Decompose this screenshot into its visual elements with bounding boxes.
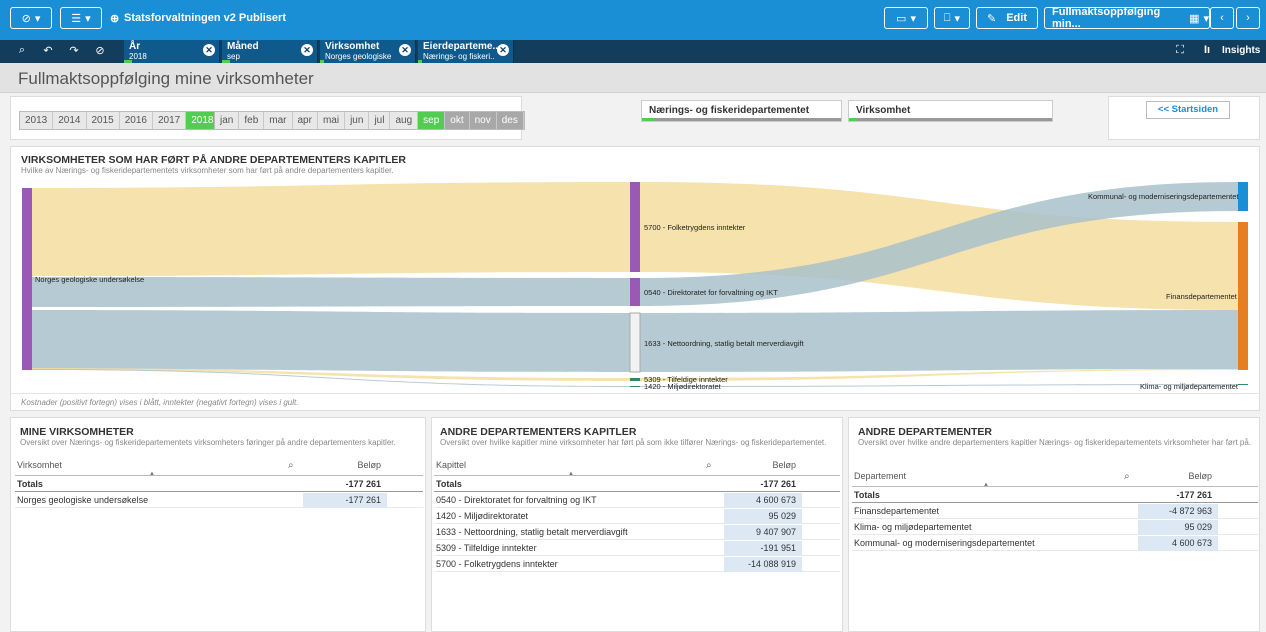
column-header[interactable]: Kapittel — [436, 458, 466, 473]
row-value: 95 029 — [1138, 520, 1218, 535]
table-row[interactable]: Klima- og miljødepartementet 95 029 — [852, 520, 1258, 535]
row-name: Klima- og miljødepartementet — [854, 522, 972, 532]
table3-subtitle: Oversikt over hvilke andre departementer… — [858, 438, 1252, 447]
row-name: 5309 - Tilfeldige inntekter — [436, 543, 537, 553]
node-source — [22, 188, 32, 370]
column-header[interactable]: Beløp — [724, 458, 802, 473]
andre-kapitler-panel: ANDRE DEPARTEMENTERS KAPITLER Oversikt o… — [431, 417, 843, 632]
node-5309 — [630, 378, 640, 381]
table-row[interactable]: 5309 - Tilfeldige inntekter -191 951 — [434, 541, 840, 556]
search-icon[interactable]: ⌕ — [288, 458, 294, 473]
row-value: 4 600 673 — [1138, 536, 1218, 551]
mine-virksomheter-panel: MINE VIRKSOMHETER Oversikt over Nærings-… — [10, 417, 426, 632]
sankey-department-label: Klima- og miljødepartementet — [1140, 382, 1238, 391]
totals-label: Totals — [854, 490, 880, 500]
row-name: 1633 - Nettoordning, statlig betalt merv… — [436, 527, 628, 537]
row-name: 5700 - Folketrygdens inntekter — [436, 559, 558, 569]
table2-title: ANDRE DEPARTEMENTERS KAPITLER — [440, 426, 637, 438]
table-row[interactable]: Norges geologiske undersøkelse -177 261 — [15, 493, 423, 508]
sankey-department-label: Kommunal- og moderniseringsdepartementet — [1088, 192, 1239, 201]
row-value: -177 261 — [303, 493, 387, 508]
row-value: -4 872 963 — [1138, 504, 1218, 519]
sankey-chapter-label: 1633 - Nettoordning, statlig betalt merv… — [644, 339, 804, 348]
table-row[interactable]: Kommunal- og moderniseringsdepartementet… — [852, 536, 1258, 551]
row-value: 95 029 — [724, 509, 802, 524]
table3-title: ANDRE DEPARTEMENTER — [858, 426, 992, 438]
node-1633 — [629, 312, 641, 373]
totals-row: Totals -177 261 — [15, 477, 423, 492]
flow-1633 — [32, 310, 630, 372]
sankey-department-label: Finansdepartementet — [1166, 292, 1237, 301]
totals-row: Totals -177 261 — [434, 477, 840, 492]
table-row[interactable]: 0540 - Direktoratet for forvaltning og I… — [434, 493, 840, 508]
table-header: Kapittel ▲ ⌕ Beløp — [434, 458, 840, 477]
sankey-chapter-label: 5700 - Folketrygdens inntekter — [644, 223, 746, 232]
table1-subtitle: Oversikt over Nærings- og fiskerideparte… — [20, 438, 396, 447]
column-header[interactable]: Virksomhet — [17, 458, 62, 473]
row-name: Kommunal- og moderniseringsdepartementet — [854, 538, 1035, 548]
totals-value: -177 261 — [1176, 490, 1212, 500]
search-icon[interactable]: ⌕ — [706, 458, 712, 473]
table-header: Departement ▲ ⌕ Beløp — [852, 469, 1258, 488]
row-name: Finansdepartementet — [854, 506, 940, 516]
totals-value: -177 261 — [760, 479, 796, 489]
node-fin — [1238, 222, 1248, 370]
table-header: Virksomhet ▲ ⌕ Beløp — [15, 458, 423, 477]
node-5700 — [630, 182, 640, 272]
table-row[interactable]: 5700 - Folketrygdens inntekter -14 088 9… — [434, 557, 840, 572]
row-value: 4 600 673 — [724, 493, 802, 508]
flow-5700 — [32, 182, 630, 276]
sankey-chapter-label: 0540 - Direktoratet for forvaltning og I… — [644, 288, 778, 297]
row-value: -191 951 — [724, 541, 802, 556]
totals-value: -177 261 — [345, 479, 381, 489]
sankey-source-label: Norges geologiske undersøkelse — [35, 275, 145, 284]
table-row[interactable]: 1420 - Miljødirektoratet 95 029 — [434, 509, 840, 524]
table-row[interactable]: Finansdepartementet -4 872 963 — [852, 504, 1258, 519]
row-value: 9 407 907 — [724, 525, 802, 540]
sankey-chapter-label: 1420 - Miljødirektoratet — [644, 382, 721, 391]
node-kmd — [1238, 182, 1248, 211]
totals-label: Totals — [17, 479, 43, 489]
totals-row: Totals -177 261 — [852, 488, 1258, 503]
totals-label: Totals — [436, 479, 462, 489]
row-value: -14 088 919 — [724, 557, 802, 572]
table1-title: MINE VIRKSOMHETER — [20, 426, 134, 438]
andre-departementer-panel: ANDRE DEPARTEMENTER Oversikt over hvilke… — [848, 417, 1260, 632]
table2-subtitle: Oversikt over hvilke kapitler mine virks… — [440, 438, 827, 447]
search-icon[interactable]: ⌕ — [1124, 469, 1130, 484]
node-klima — [1238, 384, 1248, 385]
table-row[interactable]: 1633 - Nettoordning, statlig betalt merv… — [434, 525, 840, 540]
column-header[interactable]: Departement — [854, 469, 906, 484]
column-header[interactable]: Beløp — [1138, 469, 1218, 484]
row-name: 0540 - Direktoratet for forvaltning og I… — [436, 495, 597, 505]
node-0540 — [630, 278, 640, 306]
row-name: Norges geologiske undersøkelse — [17, 495, 149, 505]
row-name: 1420 - Miljødirektoratet — [436, 511, 529, 521]
column-header[interactable]: Beløp — [303, 458, 387, 473]
node-1420 — [630, 386, 640, 387]
